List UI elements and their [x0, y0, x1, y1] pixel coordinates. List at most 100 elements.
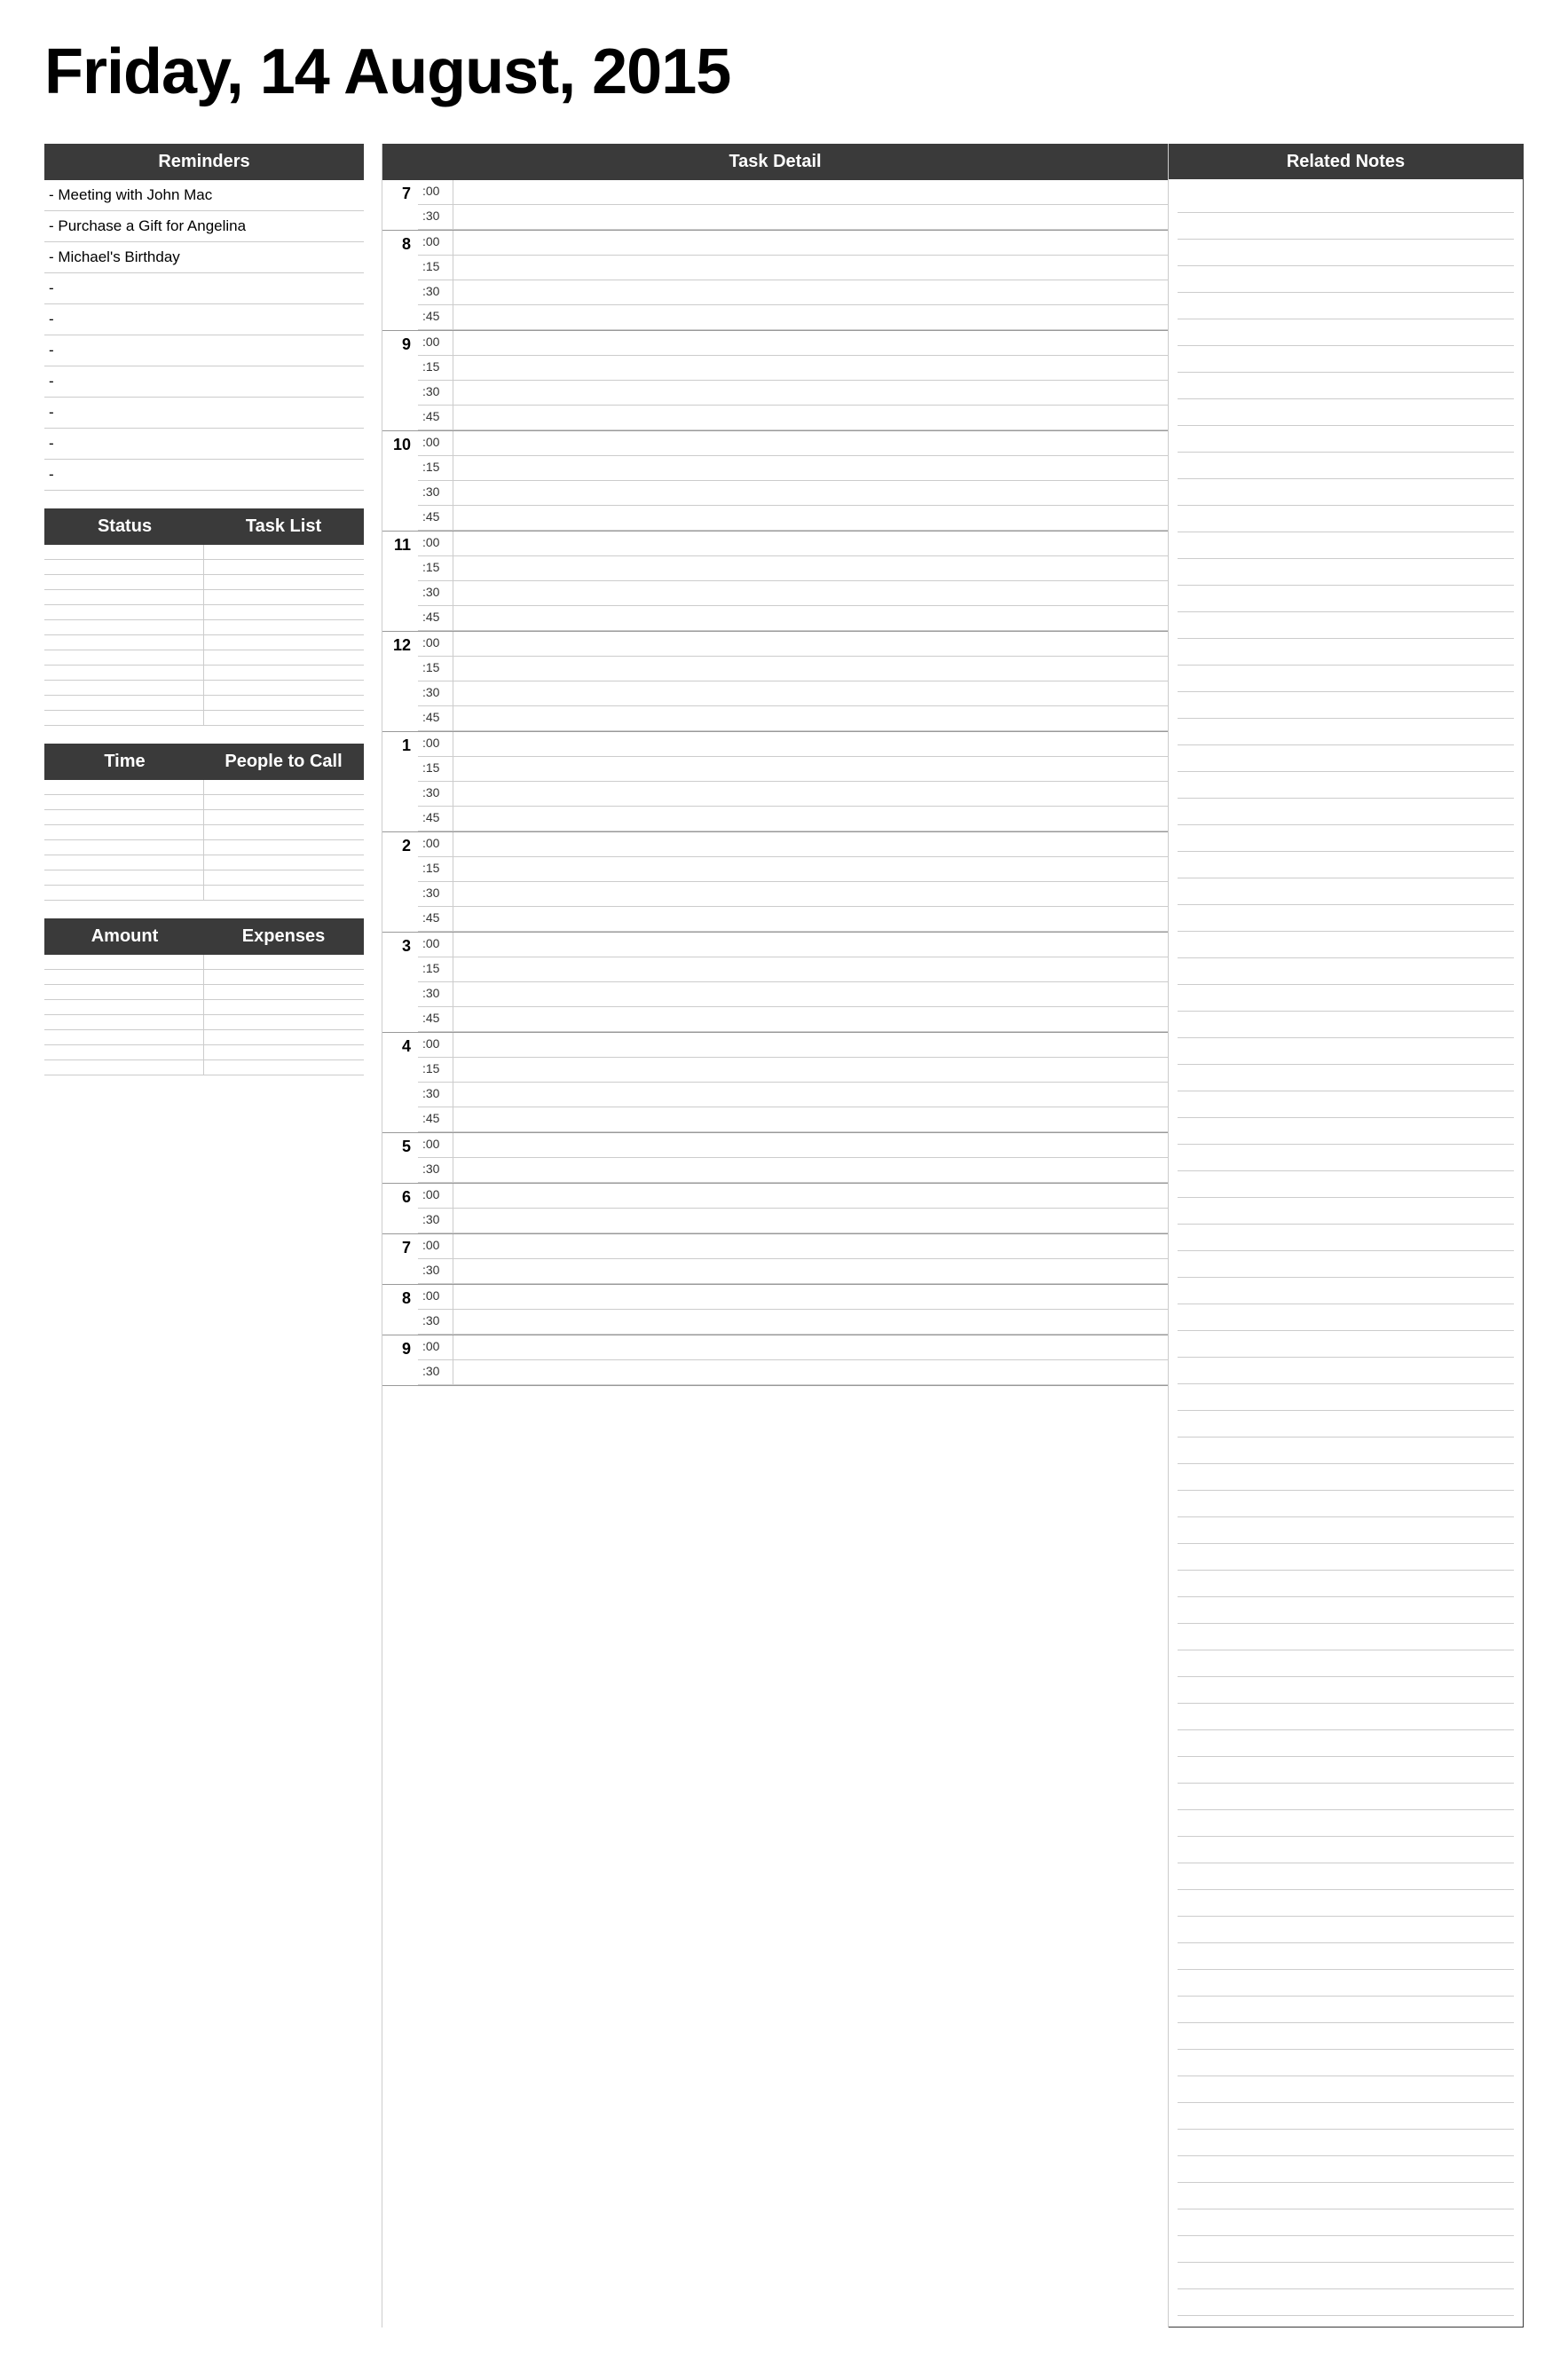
time-slot-content[interactable] [453, 406, 1168, 429]
notes-line[interactable] [1178, 1972, 1514, 1997]
notes-line[interactable] [1178, 2238, 1514, 2263]
time-slot-content[interactable] [453, 982, 1168, 1006]
notes-line[interactable] [1178, 1865, 1514, 1890]
notes-line[interactable] [1178, 1120, 1514, 1145]
notes-line[interactable] [1178, 987, 1514, 1012]
notes-line[interactable] [1178, 481, 1514, 506]
notes-line[interactable] [1178, 2105, 1514, 2130]
notes-line[interactable] [1178, 1892, 1514, 1917]
time-slot-content[interactable] [453, 857, 1168, 881]
notes-line[interactable] [1178, 1785, 1514, 1810]
notes-line[interactable] [1178, 2185, 1514, 2209]
notes-line[interactable] [1178, 1705, 1514, 1730]
time-slot-content[interactable] [453, 1234, 1168, 1258]
notes-line[interactable] [1178, 1200, 1514, 1225]
notes-line[interactable] [1178, 933, 1514, 958]
time-slot-content[interactable] [453, 757, 1168, 781]
time-slot-content[interactable] [453, 1209, 1168, 1233]
notes-line[interactable] [1178, 534, 1514, 559]
notes-line[interactable] [1178, 614, 1514, 639]
notes-line[interactable] [1178, 1519, 1514, 1544]
time-slot-content[interactable] [453, 957, 1168, 981]
notes-line[interactable] [1178, 1306, 1514, 1331]
notes-line[interactable] [1178, 1812, 1514, 1837]
notes-line[interactable] [1178, 854, 1514, 878]
notes-line[interactable] [1178, 1466, 1514, 1491]
time-slot-content[interactable] [453, 556, 1168, 580]
notes-line[interactable] [1178, 800, 1514, 825]
notes-line[interactable] [1178, 1732, 1514, 1757]
notes-line[interactable] [1178, 1493, 1514, 1517]
notes-line[interactable] [1178, 1040, 1514, 1065]
notes-line[interactable] [1178, 1146, 1514, 1171]
notes-line[interactable] [1178, 2211, 1514, 2236]
notes-line[interactable] [1178, 1439, 1514, 1464]
notes-line[interactable] [1178, 1759, 1514, 1784]
time-slot-content[interactable] [453, 706, 1168, 730]
time-slot-content[interactable] [453, 431, 1168, 455]
notes-line[interactable] [1178, 1280, 1514, 1304]
time-slot-content[interactable] [453, 506, 1168, 530]
time-slot-content[interactable] [453, 356, 1168, 380]
notes-line[interactable] [1178, 2052, 1514, 2076]
time-slot-content[interactable] [453, 606, 1168, 630]
notes-line[interactable] [1178, 1546, 1514, 1571]
notes-line[interactable] [1178, 1013, 1514, 1038]
time-slot-content[interactable] [453, 1007, 1168, 1031]
notes-line[interactable] [1178, 1626, 1514, 1650]
notes-line[interactable] [1178, 1093, 1514, 1118]
notes-line[interactable] [1178, 268, 1514, 293]
notes-line[interactable] [1178, 295, 1514, 319]
notes-line[interactable] [1178, 774, 1514, 799]
time-slot-content[interactable] [453, 933, 1168, 957]
time-slot-content[interactable] [453, 532, 1168, 555]
time-slot-content[interactable] [453, 305, 1168, 329]
time-slot-content[interactable] [453, 1107, 1168, 1131]
notes-line[interactable] [1178, 241, 1514, 266]
time-slot-content[interactable] [453, 1259, 1168, 1283]
notes-line[interactable] [1178, 1599, 1514, 1624]
time-slot-content[interactable] [453, 1184, 1168, 1208]
notes-line[interactable] [1178, 641, 1514, 666]
time-slot-content[interactable] [453, 180, 1168, 204]
time-slot-content[interactable] [453, 1285, 1168, 1309]
notes-line[interactable] [1178, 374, 1514, 399]
notes-line[interactable] [1178, 2265, 1514, 2289]
time-slot-content[interactable] [453, 581, 1168, 605]
notes-line[interactable] [1178, 827, 1514, 852]
notes-line[interactable] [1178, 508, 1514, 532]
time-slot-content[interactable] [453, 331, 1168, 355]
notes-line[interactable] [1178, 188, 1514, 213]
time-slot-content[interactable] [453, 1133, 1168, 1157]
notes-line[interactable] [1178, 880, 1514, 905]
notes-line[interactable] [1178, 907, 1514, 932]
notes-line[interactable] [1178, 2291, 1514, 2316]
notes-line[interactable] [1178, 721, 1514, 745]
notes-line[interactable] [1178, 215, 1514, 240]
notes-line[interactable] [1178, 561, 1514, 586]
notes-line[interactable] [1178, 1386, 1514, 1411]
time-slot-content[interactable] [453, 732, 1168, 756]
notes-line[interactable] [1178, 1333, 1514, 1358]
time-slot-content[interactable] [453, 907, 1168, 931]
time-slot-content[interactable] [453, 1335, 1168, 1359]
notes-line[interactable] [1178, 667, 1514, 692]
time-slot-content[interactable] [453, 256, 1168, 280]
notes-line[interactable] [1178, 1839, 1514, 1863]
notes-line[interactable] [1178, 348, 1514, 373]
time-slot-content[interactable] [453, 456, 1168, 480]
notes-line[interactable] [1178, 1652, 1514, 1677]
notes-line[interactable] [1178, 428, 1514, 453]
notes-line[interactable] [1178, 1998, 1514, 2023]
notes-line[interactable] [1178, 2158, 1514, 2183]
time-slot-content[interactable] [453, 205, 1168, 229]
notes-line[interactable] [1178, 960, 1514, 985]
notes-line[interactable] [1178, 1226, 1514, 1251]
notes-line[interactable] [1178, 1572, 1514, 1597]
time-slot-content[interactable] [453, 1083, 1168, 1107]
time-slot-content[interactable] [453, 1310, 1168, 1334]
notes-line[interactable] [1178, 1918, 1514, 1943]
notes-line[interactable] [1178, 2025, 1514, 2050]
notes-line[interactable] [1178, 454, 1514, 479]
notes-line[interactable] [1178, 1067, 1514, 1091]
